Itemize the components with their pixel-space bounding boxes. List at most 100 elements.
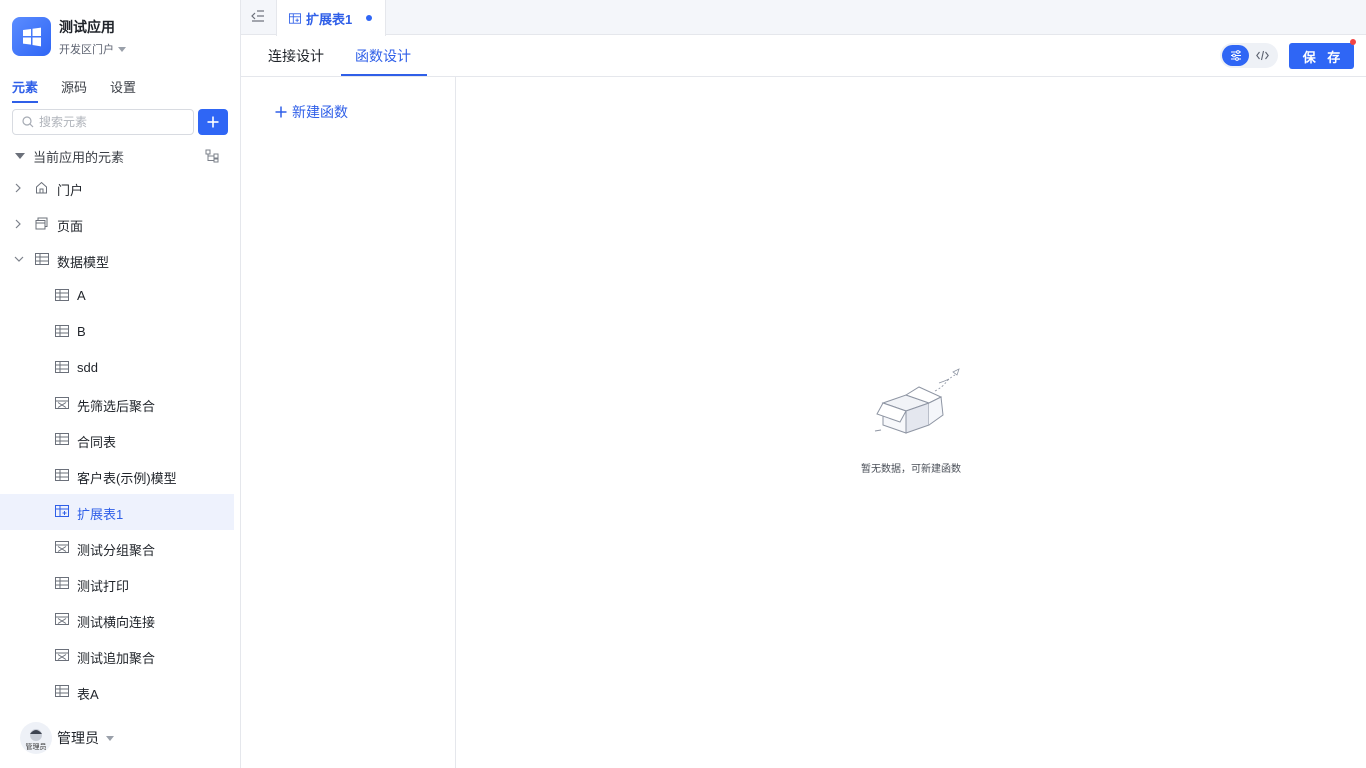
model-item[interactable]: 表A bbox=[0, 674, 234, 710]
model-item-active[interactable]: 扩展表1 bbox=[0, 494, 234, 530]
app-root: 测试应用 开发区门户 元素 源码 设置 搜索元素 当前应用的元素 门户 页面 数… bbox=[0, 0, 1366, 768]
model-item-label: 测试分组聚合 bbox=[77, 543, 156, 558]
user-name: 管理员 bbox=[57, 730, 99, 746]
code-view-button[interactable] bbox=[1249, 45, 1276, 66]
app-logo-icon bbox=[12, 17, 51, 56]
aggregate-table-icon bbox=[55, 541, 69, 553]
aggregate-table-icon bbox=[55, 397, 69, 409]
tree-root[interactable]: 当前应用的元素 bbox=[0, 144, 234, 168]
table-icon bbox=[55, 685, 69, 697]
pages-icon bbox=[35, 217, 48, 230]
search-icon bbox=[22, 116, 34, 128]
model-item[interactable]: 测试横向连接 bbox=[0, 602, 234, 638]
new-function-label: 新建函数 bbox=[292, 104, 348, 120]
tree-item-pages[interactable]: 页面 bbox=[0, 206, 234, 242]
aggregate-table-icon bbox=[55, 613, 69, 625]
save-button[interactable]: 保 存 bbox=[1289, 43, 1354, 69]
search-input[interactable] bbox=[39, 115, 179, 129]
search-box bbox=[12, 109, 194, 135]
model-item[interactable]: 客户表(示例)模型 bbox=[0, 458, 234, 494]
table-icon bbox=[55, 289, 69, 301]
tree-item-label: 门户 bbox=[57, 183, 84, 198]
caret-down-icon bbox=[15, 153, 25, 159]
settings-view-button[interactable] bbox=[1222, 45, 1249, 66]
tree-item-data-model[interactable]: 数据模型 bbox=[0, 242, 234, 278]
model-item[interactable]: B bbox=[0, 314, 234, 350]
portal-label: 开发区门户 bbox=[59, 44, 114, 56]
user-menu[interactable]: 管理员 管理员 bbox=[20, 722, 114, 754]
tab-source[interactable]: 源码 bbox=[61, 77, 87, 103]
model-item-label: 测试打印 bbox=[77, 579, 130, 594]
sliders-icon bbox=[1230, 50, 1241, 61]
model-item-label: 测试横向连接 bbox=[77, 615, 156, 630]
avatar: 管理员 bbox=[20, 722, 52, 754]
tab-label: 扩展表1 bbox=[306, 11, 353, 27]
unsaved-dot bbox=[366, 15, 373, 21]
table-icon bbox=[55, 577, 69, 589]
notification-dot bbox=[1350, 39, 1356, 45]
chevron-right-icon bbox=[15, 183, 21, 193]
element-tree: 门户 页面 数据模型 A B sdd 先筛选后聚合 合同表 客户表(示例)模型 … bbox=[0, 170, 234, 710]
table-icon bbox=[55, 469, 69, 481]
caret-down-icon bbox=[106, 735, 114, 741]
model-item[interactable]: 测试追加聚合 bbox=[0, 638, 234, 674]
empty-message-text: 暂无数据，可新建函数 bbox=[861, 464, 961, 475]
caret-down-icon bbox=[118, 46, 126, 52]
model-item[interactable]: 合同表 bbox=[0, 422, 234, 458]
model-item-label: B bbox=[77, 324, 86, 339]
model-item-label: 表A bbox=[77, 687, 99, 702]
function-list-panel: 新建函数 bbox=[241, 77, 456, 768]
model-item[interactable]: 测试打印 bbox=[0, 566, 234, 602]
code-icon bbox=[1256, 50, 1269, 61]
app-name: 测试应用 bbox=[59, 19, 115, 35]
sidebar: 测试应用 开发区门户 元素 源码 设置 搜索元素 当前应用的元素 门户 页面 数… bbox=[0, 0, 241, 768]
design-subtabs: 连接设计 函数设计 保 存 bbox=[241, 35, 1366, 77]
tree-item-label: 页面 bbox=[57, 219, 84, 234]
aggregate-table-icon bbox=[55, 649, 69, 661]
portal-selector[interactable]: 开发区门户 bbox=[59, 41, 126, 57]
plus-icon bbox=[275, 106, 287, 118]
table-icon bbox=[35, 253, 49, 265]
model-item-label: sdd bbox=[77, 360, 98, 375]
tab-function-design[interactable]: 函数设计 bbox=[355, 46, 411, 66]
extend-table-icon bbox=[289, 12, 301, 24]
tree-item-portal[interactable]: 门户 bbox=[0, 170, 234, 206]
chevron-right-icon bbox=[15, 219, 21, 229]
model-item[interactable]: 先筛选后聚合 bbox=[0, 386, 234, 422]
tree-item-label: 数据模型 bbox=[57, 255, 110, 270]
add-element-button[interactable] bbox=[198, 109, 228, 135]
tab-settings[interactable]: 设置 bbox=[110, 77, 136, 103]
new-function-button[interactable]: 新建函数 bbox=[275, 102, 348, 122]
structure-icon[interactable] bbox=[205, 149, 219, 163]
model-item-label: 合同表 bbox=[77, 435, 117, 450]
model-item[interactable]: sdd bbox=[0, 350, 234, 386]
model-item[interactable]: 测试分组聚合 bbox=[0, 530, 234, 566]
empty-message: 暂无数据，可新建函数 bbox=[456, 460, 1366, 475]
tab-connection-design[interactable]: 连接设计 bbox=[268, 46, 324, 66]
tab-container: 扩展表1 bbox=[276, 0, 628, 36]
model-item[interactable]: A bbox=[0, 278, 234, 314]
model-item-label: A bbox=[77, 288, 86, 303]
model-item-label: 扩展表1 bbox=[77, 507, 124, 522]
table-icon bbox=[55, 325, 69, 337]
model-item-label: 先筛选后聚合 bbox=[77, 399, 156, 414]
sidebar-tabs: 元素 源码 设置 bbox=[12, 77, 136, 103]
extend-table-icon bbox=[55, 505, 69, 517]
active-tab-indicator bbox=[341, 74, 427, 76]
empty-box-icon bbox=[874, 368, 960, 434]
chevron-down-icon bbox=[14, 256, 24, 262]
table-icon bbox=[55, 433, 69, 445]
tab-elements[interactable]: 元素 bbox=[12, 77, 39, 103]
app-header[interactable]: 测试应用 开发区门户 bbox=[12, 17, 126, 57]
avatar-label: 管理员 bbox=[25, 744, 47, 751]
empty-state: 暂无数据，可新建函数 bbox=[456, 77, 1366, 768]
model-item-label: 客户表(示例)模型 bbox=[77, 471, 177, 486]
plus-icon bbox=[207, 116, 219, 128]
model-item-label: 测试追加聚合 bbox=[77, 651, 156, 666]
tree-root-label: 当前应用的元素 bbox=[33, 149, 125, 165]
collapse-sidebar-icon[interactable] bbox=[251, 10, 265, 22]
tab-extend-table[interactable]: 扩展表1 bbox=[276, 0, 386, 36]
document-tabbar: 扩展表1 bbox=[241, 0, 1366, 36]
view-mode-toggle[interactable] bbox=[1220, 43, 1278, 68]
table-icon bbox=[55, 361, 69, 373]
